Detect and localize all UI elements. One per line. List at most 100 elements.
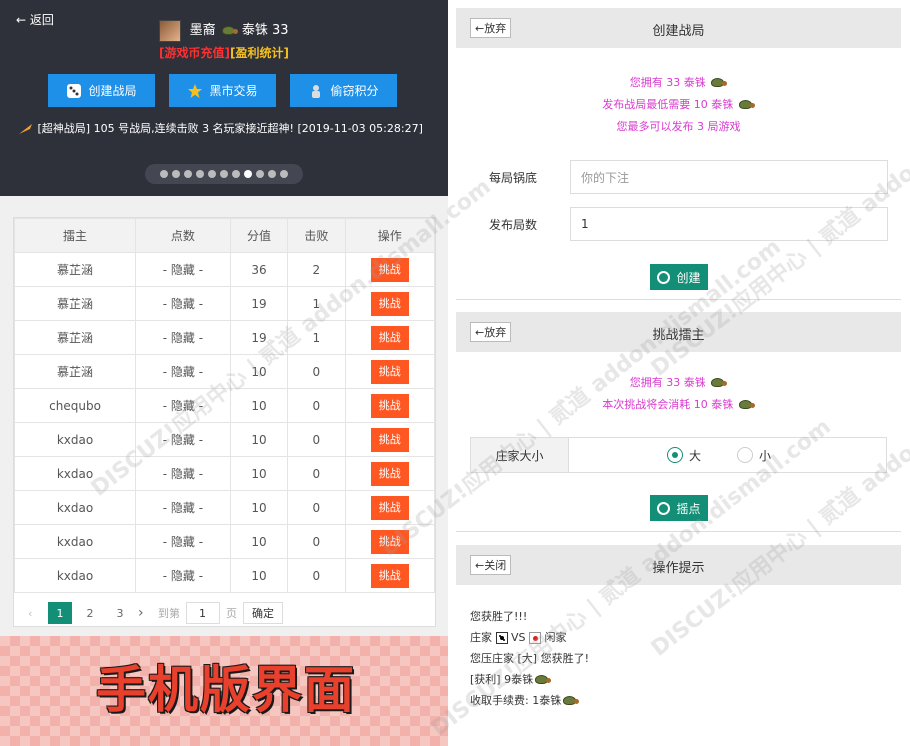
table-cell: 挑战 (344, 524, 436, 559)
page-unit: 页 (226, 607, 237, 620)
option-big[interactable]: 大 (667, 447, 701, 464)
challenge-button[interactable]: 挑战 (370, 529, 409, 554)
table-cell: - 隐藏 - (135, 388, 231, 423)
challenge-panel: ←放弃 挑战擂主 您拥有 33 泰铢 本次挑战将会消耗 10 泰铢 庄家大小 大… (456, 312, 901, 532)
black-market-button[interactable]: 黑市交易 (169, 74, 276, 107)
table-row: 慕芷涵 - 隐藏 -10 0 挑战 (13, 354, 436, 389)
table-cell: 挑战 (344, 286, 436, 321)
column-header: 击败 (287, 218, 346, 253)
challenge-button[interactable]: 挑战 (370, 427, 409, 452)
steal-points-label: 偷窃积分 (330, 84, 379, 98)
option-small-label: 小 (759, 448, 772, 463)
carousel-dot[interactable] (172, 170, 180, 178)
points-text: 泰铢 33 (241, 23, 289, 38)
carousel-dot[interactable] (232, 170, 240, 178)
turtle-icon (737, 98, 755, 112)
count-input[interactable]: 1 (570, 207, 888, 241)
table-row: 慕芷涵 - 隐藏 -19 1 挑战 (13, 286, 436, 321)
radio-small[interactable] (737, 447, 754, 463)
player-label: 闲家 (544, 631, 567, 644)
option-small[interactable]: 小 (737, 447, 771, 464)
page-2[interactable]: 2 (78, 602, 102, 624)
table-cell: 10 (229, 490, 289, 525)
table-row: kxdao - 隐藏 -10 0 挑战 (13, 524, 436, 559)
stake-input[interactable]: 你的下注 (570, 160, 888, 194)
table-cell: kxdao (13, 490, 137, 525)
tips-win-line: 您获胜了!!! (470, 610, 528, 623)
header-links: [游戏币充值][盈利统计] (0, 44, 448, 61)
create-msg-balance: 您拥有 33 泰铢 (629, 76, 706, 89)
create-submit-button[interactable]: 创建 (650, 264, 708, 290)
carousel-dot[interactable] (160, 170, 168, 178)
news-text: [超神战局] 105 号战局,连续击败 3 名玩家接近超神! [2019-11-… (37, 122, 423, 135)
banker-label: 庄家 (470, 631, 492, 644)
challenge-button[interactable]: 挑战 (370, 461, 409, 486)
goto-page-input[interactable]: 1 (186, 602, 220, 624)
create-msg-minimum: 发布战局最低需要 10 泰铢 (602, 98, 734, 111)
column-header: 擂主 (13, 218, 137, 253)
tips-content: 您获胜了!!! 庄家 VS 闲家 您压庄家 [大] 您获胜了! [获利] 9泰铢… (470, 606, 589, 711)
goto-confirm-button[interactable]: 确定 (243, 602, 283, 624)
carousel-dot[interactable] (268, 170, 276, 178)
create-battle-button[interactable]: 创建战局 (48, 74, 155, 107)
table-cell: 36 (229, 252, 289, 287)
top-banner: ← 返回 墨裔 泰铢 33 [游戏币充值][盈利统计] 创建战局 黑市交易 偷窃… (0, 0, 448, 196)
table-cell: kxdao (13, 422, 137, 457)
table-cell: 慕芷涵 (13, 252, 137, 287)
turtle-icon (709, 76, 728, 90)
challenge-button[interactable]: 挑战 (370, 291, 409, 316)
avatar (159, 19, 182, 42)
table-cell: 挑战 (344, 422, 436, 457)
roll-label: 摇点 (676, 501, 701, 516)
create-messages: 您拥有 33 泰铢 发布战局最低需要 10 泰铢 您最多可以发布 3 局游戏 (456, 72, 901, 138)
challenge-msg-balance: 您拥有 33 泰铢 (629, 376, 706, 389)
dice-one-icon (529, 632, 542, 644)
create-battle-panel: ←放弃 创建战局 您拥有 33 泰铢 发布战局最低需要 10 泰铢 您最多可以发… (456, 8, 901, 300)
table-row: kxdao - 隐藏 -10 0 挑战 (13, 490, 436, 525)
challenge-button[interactable]: 挑战 (370, 257, 409, 282)
table-cell: - 隐藏 - (135, 490, 231, 525)
challenge-button[interactable]: 挑战 (370, 563, 409, 588)
table-cell: 1 (287, 286, 346, 321)
table-cell: 挑战 (344, 320, 436, 355)
dice-icon (67, 83, 82, 98)
carousel-dots[interactable] (145, 164, 303, 184)
table-cell: chequbo (13, 388, 137, 423)
table-row: kxdao - 隐藏 -10 0 挑战 (13, 558, 436, 593)
challenge-button[interactable]: 挑战 (370, 325, 409, 350)
create-panel-title: 创建战局 (652, 24, 705, 39)
page-1[interactable]: 1 (48, 602, 72, 624)
carousel-dot[interactable] (184, 170, 192, 178)
fee-text: 收取手续费: 1泰铢 (470, 694, 562, 707)
count-label: 发布局数 (488, 217, 537, 232)
table-cell: 10 (229, 456, 289, 491)
carousel-dot[interactable] (244, 170, 252, 178)
radio-big[interactable] (667, 447, 683, 463)
table-cell: 慕芷涵 (13, 354, 137, 389)
next-page-button[interactable]: › (138, 605, 152, 621)
stats-link[interactable]: [盈利统计] (230, 46, 289, 60)
carousel-dot[interactable] (256, 170, 264, 178)
tips-fee-line: 收取手续费: 1泰铢 (470, 690, 589, 711)
star-icon (188, 83, 203, 98)
carousel-dot[interactable] (196, 170, 204, 178)
carousel-dot[interactable] (208, 170, 216, 178)
pagination: ‹ 1 2 3 › 到第 1 页 确定 (14, 599, 435, 627)
column-header: 点数 (135, 218, 231, 253)
roll-button[interactable]: 摇点 (650, 495, 708, 521)
table-row: 慕芷涵 - 隐藏 -19 1 挑战 (13, 320, 436, 355)
prev-page-button[interactable]: ‹ (28, 607, 42, 620)
challenge-button[interactable]: 挑战 (370, 393, 409, 418)
steal-points-button[interactable]: 偷窃积分 (290, 74, 397, 107)
table-cell: 挑战 (344, 490, 436, 525)
challenge-button[interactable]: 挑战 (370, 359, 409, 384)
recharge-link[interactable]: [游戏币充值] (159, 46, 230, 60)
size-row: 庄家大小 大 小 (470, 437, 887, 473)
create-submit-label: 创建 (676, 270, 701, 285)
carousel-dot[interactable] (280, 170, 288, 178)
action-buttons: 创建战局 黑市交易 偷窃积分 (48, 74, 397, 107)
challenge-button[interactable]: 挑战 (370, 495, 409, 520)
page-3[interactable]: 3 (108, 602, 132, 624)
carousel-dot[interactable] (220, 170, 228, 178)
table-cell: 0 (287, 388, 346, 423)
